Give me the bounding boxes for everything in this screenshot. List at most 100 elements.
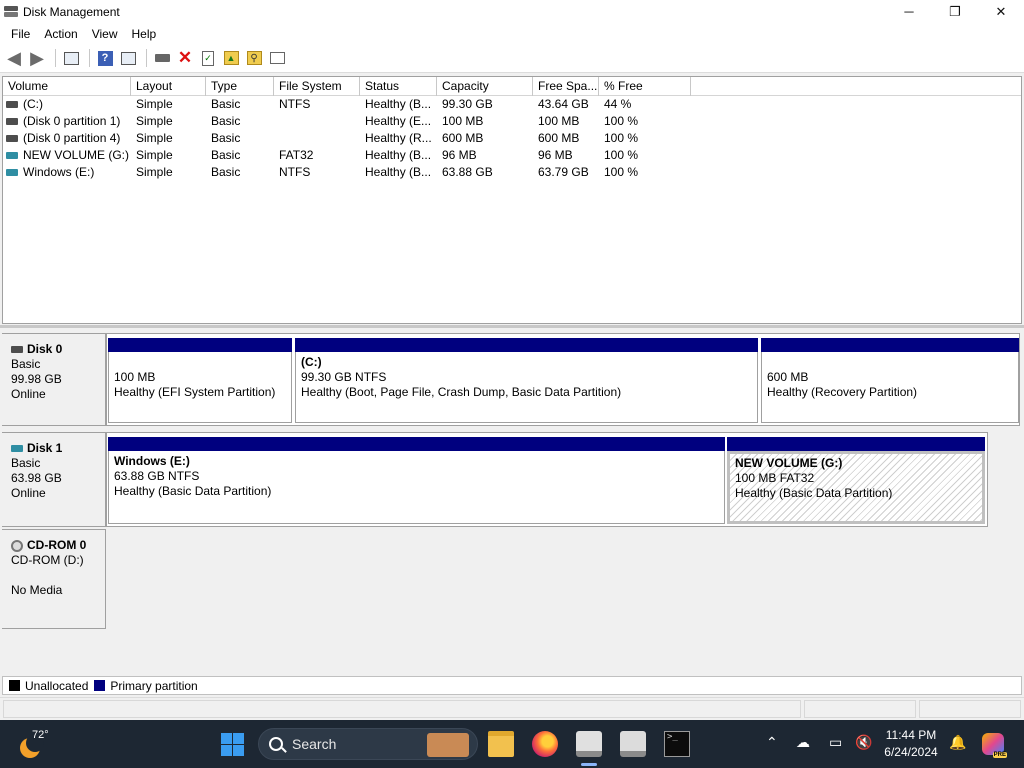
menu-view[interactable]: View	[85, 27, 125, 41]
table-row[interactable]: NEW VOLUME (G:) Simple Basic FAT32 Healt…	[3, 147, 1021, 164]
delete-button[interactable]: ✕	[175, 48, 195, 68]
partition-efi[interactable]: 100 MB Healthy (EFI System Partition)	[108, 338, 292, 423]
table-row[interactable]: (Disk 0 partition 4) Simple Basic Health…	[3, 130, 1021, 147]
disk-1-size: 63.98 GB	[11, 471, 62, 485]
partition-recovery[interactable]: 600 MB Healthy (Recovery Partition)	[761, 338, 1019, 423]
partition-windows-e[interactable]: Windows (E:) 63.88 GB NTFS Healthy (Basi…	[108, 437, 725, 524]
table-row[interactable]: Windows (E:) Simple Basic NTFS Healthy (…	[3, 164, 1021, 181]
partition-size: 100 MB	[114, 370, 156, 384]
menu-file[interactable]: File	[4, 27, 37, 41]
legend-primary-label: Primary partition	[110, 678, 198, 693]
taskbar-search-box[interactable]: Search	[258, 728, 478, 760]
col-file-system[interactable]: File System	[274, 77, 360, 96]
terminal-icon[interactable]: >_	[664, 731, 690, 757]
explore-button[interactable]: ⚲	[244, 48, 264, 68]
disk-0-size: 99.98 GB	[11, 372, 62, 386]
volume-name: NEW VOLUME (G:)	[23, 148, 130, 162]
minimize-button[interactable]: ─	[886, 0, 932, 23]
show-action-pane-button[interactable]	[118, 48, 138, 68]
disk-icon	[11, 445, 23, 452]
partition-size: 600 MB	[767, 370, 809, 384]
col-volume[interactable]: Volume	[3, 77, 131, 96]
close-button[interactable]: ✕	[978, 0, 1024, 23]
weather-temperature: 72°	[32, 729, 49, 741]
primary-partition-bar	[295, 338, 758, 352]
folder-search-icon: ⚲	[246, 51, 262, 65]
action-pane-icon	[120, 51, 136, 65]
col-percent-free[interactable]: % Free	[599, 77, 691, 96]
volume-muted-icon[interactable]: 🔇	[855, 734, 872, 751]
primary-partition-bar	[761, 338, 1019, 352]
status-cell-2	[804, 700, 916, 718]
menu-action[interactable]: Action	[37, 27, 84, 41]
check-button[interactable]: ✓	[198, 48, 218, 68]
partition-body: 100 MB Healthy (EFI System Partition)	[108, 352, 292, 423]
search-highlight-image	[427, 733, 469, 757]
disk-icon	[11, 346, 23, 353]
cdrom-0-drive: CD-ROM (D:)	[11, 553, 84, 567]
disk-management-app-icon	[4, 5, 18, 18]
notification-bell-icon[interactable]: 🔔	[949, 734, 966, 751]
computer-management-taskbar-icon[interactable]	[620, 731, 646, 757]
fs-cell: FAT32	[279, 148, 314, 162]
show-hide-console-tree-button[interactable]	[61, 48, 81, 68]
volume-cell: (Disk 0 partition 1)	[3, 113, 131, 130]
file-explorer-icon[interactable]	[488, 731, 514, 757]
disk-name: Disk 1	[11, 441, 105, 456]
primary-partition-bar	[108, 338, 292, 352]
layout-cell: Simple	[136, 97, 173, 111]
col-status[interactable]: Status	[360, 77, 437, 96]
table-row[interactable]: (Disk 0 partition 1) Simple Basic Health…	[3, 113, 1021, 130]
weather-widget[interactable]: 72°	[18, 728, 58, 760]
type-cell: Basic	[211, 131, 241, 145]
onedrive-cloud-icon[interactable]: ☁	[796, 734, 810, 751]
col-layout[interactable]: Layout	[131, 77, 206, 96]
properties-button[interactable]	[267, 48, 287, 68]
fs-cell: NTFS	[279, 97, 311, 111]
legend: Unallocated Primary partition	[2, 676, 1022, 695]
open-folder-button[interactable]: ▲	[221, 48, 241, 68]
col-free-space[interactable]: Free Spa...	[533, 77, 599, 96]
fs-cell	[274, 130, 360, 147]
type-cell: Basic	[211, 165, 241, 179]
menu-help[interactable]: Help	[125, 27, 164, 41]
copilot-badge: PRE	[992, 752, 1007, 758]
col-capacity[interactable]: Capacity	[437, 77, 533, 96]
window-title: Disk Management	[23, 4, 120, 19]
help-icon: ?	[97, 50, 113, 66]
connect-drive-button[interactable]	[152, 48, 172, 68]
disk-0-label[interactable]: Disk 0 Basic 99.98 GB Online	[2, 333, 106, 426]
chevron-up-icon[interactable]: ⌃	[766, 734, 778, 751]
partition-status: Healthy (Recovery Partition)	[767, 385, 918, 399]
help-button[interactable]: ?	[95, 48, 115, 68]
table-row[interactable]: (C:) Simple Basic NTFS Healthy (B... 99.…	[3, 96, 1021, 113]
col-type[interactable]: Type	[206, 77, 274, 96]
disk-management-taskbar-icon[interactable]	[576, 731, 602, 757]
cd-drive-icon	[11, 539, 23, 552]
status-cell: Healthy (B...	[365, 97, 432, 111]
network-icon[interactable]: ▭	[829, 734, 842, 751]
forward-button[interactable]: ▶	[27, 48, 47, 68]
toolbar-separator	[55, 49, 56, 67]
disk-1-label[interactable]: Disk 1 Basic 63.98 GB Online	[2, 432, 106, 527]
volume-cell: (C:)	[3, 96, 131, 113]
cdrom-0-label[interactable]: CD-ROM 0 CD-ROM (D:) No Media	[2, 529, 106, 629]
partition-new-volume-g[interactable]: NEW VOLUME (G:) 100 MB FAT32 Healthy (Ba…	[727, 437, 985, 524]
volume-list: Volume Layout Type File System Status Ca…	[2, 76, 1022, 324]
partition-c[interactable]: (C:) 99.30 GB NTFS Healthy (Boot, Page F…	[295, 338, 758, 423]
search-label: Search	[292, 736, 337, 752]
legend-unallocated-label: Unallocated	[25, 678, 89, 693]
clock-date: 6/24/2024	[884, 745, 938, 759]
toolbar-separator	[89, 49, 90, 67]
copilot-icon[interactable]: PRE	[982, 733, 1007, 758]
firefox-icon[interactable]	[532, 731, 558, 757]
back-button[interactable]: ◀	[4, 48, 24, 68]
pane-splitter[interactable]	[0, 325, 1024, 328]
taskbar-clock[interactable]: 11:44 PM 6/24/2024	[876, 727, 946, 761]
search-icon	[269, 737, 283, 751]
volume-name: Windows (E:)	[23, 165, 95, 179]
partition-body: Windows (E:) 63.88 GB NTFS Healthy (Basi…	[108, 451, 725, 524]
layout-cell: Simple	[136, 114, 173, 128]
maximize-button[interactable]: ❐	[932, 0, 978, 23]
windows-start-icon[interactable]	[221, 733, 244, 756]
